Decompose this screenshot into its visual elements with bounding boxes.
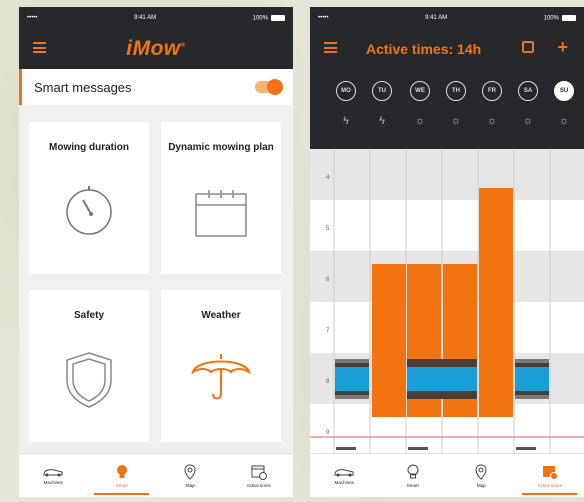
day-mo[interactable]: MO xyxy=(336,81,356,101)
tab-smart[interactable]: Smart xyxy=(88,454,157,497)
tile-safety[interactable]: Safety xyxy=(29,290,149,442)
add-icon[interactable]: + xyxy=(557,37,568,58)
lightbulb-icon xyxy=(116,464,127,478)
carrier-indicator: ••••• xyxy=(318,15,329,21)
tab-label: Map xyxy=(185,482,195,488)
schedule-grid: 4 5 6 7 8 9 xyxy=(310,149,584,453)
lightning-icon: ϟ xyxy=(379,115,385,127)
tab-machines[interactable]: Machines xyxy=(310,454,379,497)
tile-title: Weather xyxy=(201,310,241,321)
mowing-block xyxy=(407,367,477,391)
sun-icon: ☼ xyxy=(450,115,462,127)
shield-icon xyxy=(66,352,112,408)
calendar-clock-icon xyxy=(251,465,267,480)
active-time-bar xyxy=(479,188,513,417)
calendar-icon xyxy=(195,190,247,237)
tab-map[interactable]: Map xyxy=(447,454,516,497)
day-th[interactable]: TH xyxy=(446,81,466,101)
hamburger-menu-icon[interactable] xyxy=(324,42,337,53)
imow-logo: iMow® xyxy=(126,37,186,60)
tile-title: Dynamic mowing plan xyxy=(168,142,274,153)
smart-messages-toggle[interactable] xyxy=(255,79,283,95)
status-bar: ••••• 9:41 AM 100% xyxy=(310,7,584,29)
status-time: 9:41 AM xyxy=(425,15,448,21)
tab-map[interactable]: Map xyxy=(156,454,225,497)
lightning-icon: ϟ xyxy=(343,115,349,127)
tile-title: Mowing duration xyxy=(49,142,129,153)
tab-label: Active times xyxy=(537,482,562,488)
mower-icon xyxy=(43,468,63,476)
day-fr[interactable]: FR xyxy=(482,81,502,101)
tab-active-times[interactable]: Active times xyxy=(225,454,294,497)
map-pin-icon xyxy=(184,463,196,480)
active-time-bar xyxy=(372,264,406,417)
carrier-indicator: ••••• xyxy=(27,15,38,21)
page-title: Active times: 14h xyxy=(366,41,482,57)
status-time: 9:41 AM xyxy=(134,15,157,21)
mowing-block xyxy=(515,367,549,391)
battery-indicator: 100% xyxy=(253,14,285,21)
sun-icon: ☼ xyxy=(558,115,570,127)
lightbulb-icon xyxy=(407,464,419,478)
calendar-clock-icon xyxy=(542,465,558,480)
mower-icon xyxy=(334,468,354,476)
sun-icon: ☼ xyxy=(486,115,498,127)
tab-active-times[interactable]: Active times xyxy=(516,454,584,497)
day-sa[interactable]: SA xyxy=(518,81,538,101)
battery-icon xyxy=(270,14,285,21)
hamburger-menu-icon[interactable] xyxy=(33,42,46,53)
smart-screen: ••••• 9:41 AM 100% iMow® Smart messages … xyxy=(19,7,293,497)
day-su[interactable]: SU xyxy=(554,81,574,101)
app-header: Active times: 14h + xyxy=(310,29,584,69)
map-pin-icon xyxy=(475,463,487,480)
app-header: iMow® xyxy=(19,29,293,69)
tile-dynamic-mowing-plan[interactable]: Dynamic mowing plan xyxy=(161,122,281,274)
tab-machines[interactable]: Machines xyxy=(19,454,88,497)
tab-label: Map xyxy=(476,482,486,488)
tab-smart[interactable]: Smart xyxy=(379,454,448,497)
tile-weather[interactable]: Weather xyxy=(161,290,281,442)
tab-label: Smart xyxy=(115,482,128,488)
day-we[interactable]: WE xyxy=(410,81,430,101)
sun-icon: ☼ xyxy=(414,115,426,127)
tab-label: Machines xyxy=(334,479,354,485)
tile-title: Safety xyxy=(73,310,104,321)
smart-messages-row: Smart messages xyxy=(19,69,293,105)
sun-icon: ☼ xyxy=(522,115,534,127)
battery-indicator: 100% xyxy=(544,14,576,21)
battery-icon xyxy=(561,14,576,21)
status-bar: ••••• 9:41 AM 100% xyxy=(19,7,293,29)
tab-bar: Machines Smart Map Active times xyxy=(19,453,293,497)
days-bar: MO TU WE TH FR SA SU ϟ ϟ ☼ ☼ ☼ ☼ ☼ xyxy=(310,69,584,149)
tab-label: Machines xyxy=(43,479,63,485)
stopwatch-icon xyxy=(66,186,112,235)
active-times-chart: 4 5 6 7 8 9 xyxy=(310,149,584,453)
smart-messages-label: Smart messages xyxy=(34,79,132,95)
tab-bar: Machines Smart Map Active times xyxy=(310,453,584,497)
tab-label: Active times xyxy=(246,482,271,488)
day-tu[interactable]: TU xyxy=(372,81,392,101)
active-times-screen: ••••• 9:41 AM 100% Active times: 14h + M… xyxy=(310,7,584,497)
tab-label: Smart xyxy=(406,482,419,488)
umbrella-icon xyxy=(191,354,251,400)
mowing-block xyxy=(335,367,369,391)
tile-mowing-duration[interactable]: Mowing duration xyxy=(29,122,149,274)
calendar-icon[interactable] xyxy=(522,41,534,53)
